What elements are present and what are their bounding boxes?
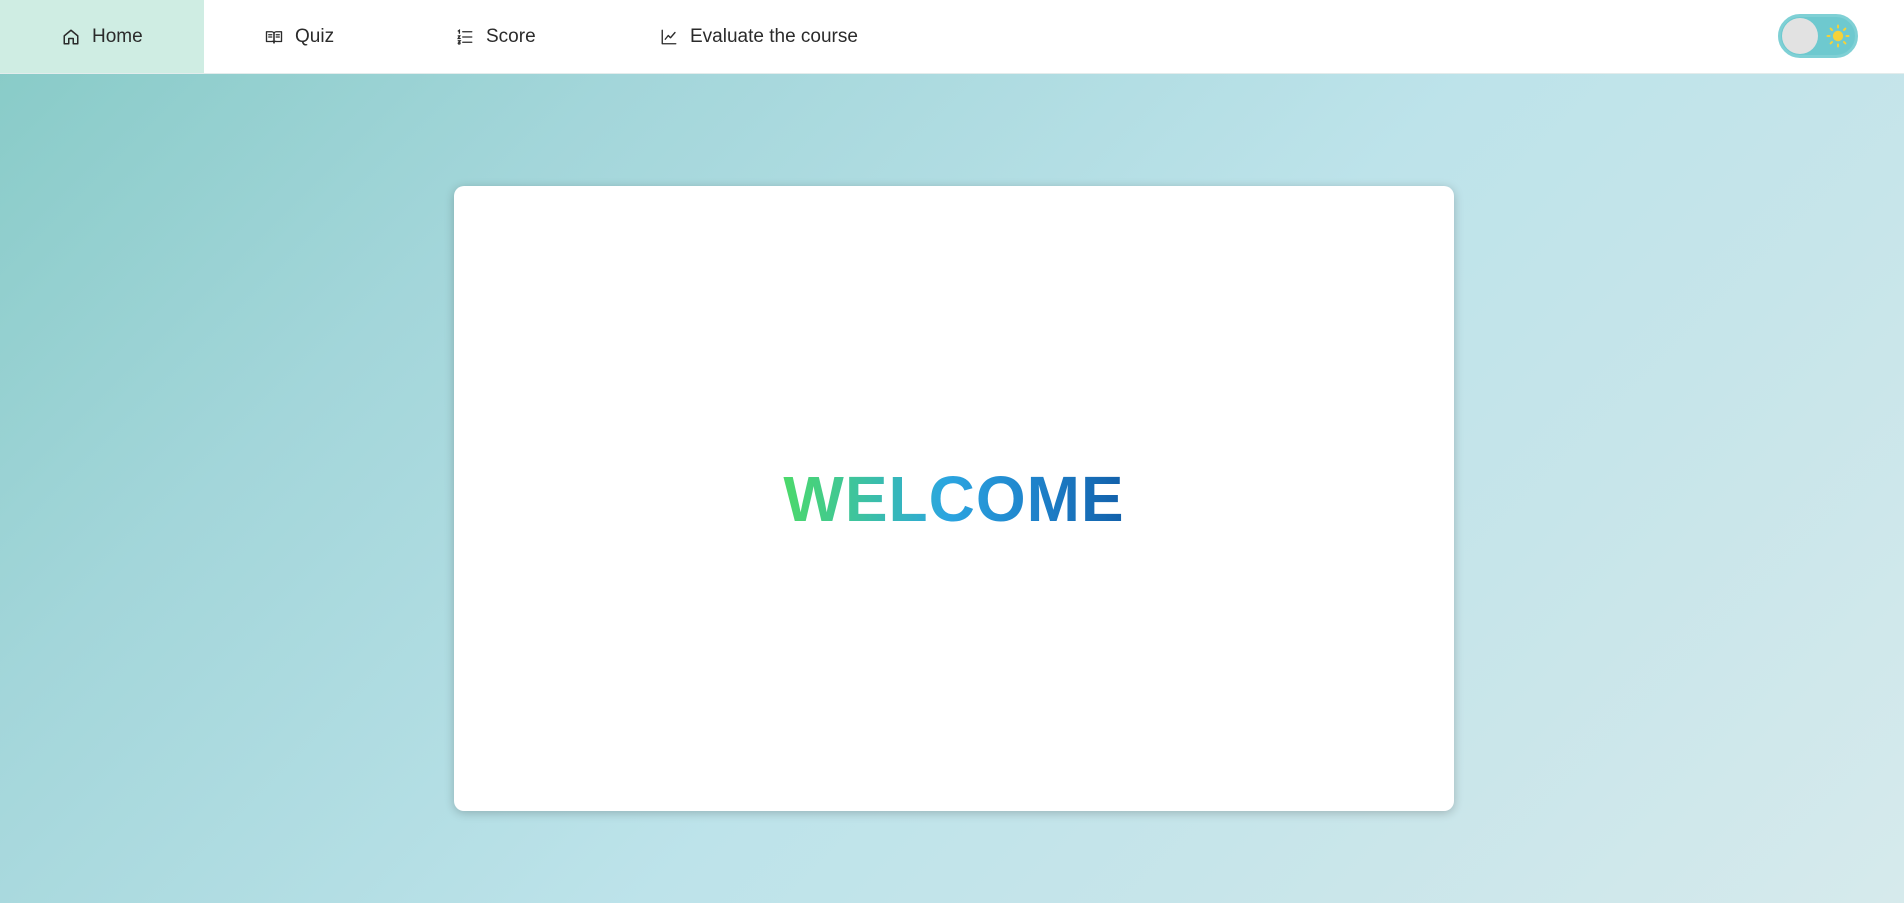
nav-item-evaluate[interactable]: Evaluate the course	[660, 0, 858, 73]
nav-item-label: Quiz	[295, 25, 335, 47]
nav-item-quiz[interactable]: Quiz	[265, 0, 334, 73]
toggle-knob	[1782, 18, 1818, 54]
chart-line-icon	[660, 28, 678, 46]
nav-item-home[interactable]: Home	[0, 0, 204, 73]
nav-item-score[interactable]: Score	[456, 0, 536, 73]
nav-item-label: Home	[92, 25, 143, 47]
top-navbar: Home Quiz Score Evaluate the course	[0, 0, 1904, 74]
welcome-heading: WELCOME	[783, 462, 1125, 535]
welcome-card: WELCOME	[454, 186, 1454, 811]
book-icon	[265, 28, 283, 46]
theme-toggle[interactable]	[1778, 14, 1858, 58]
nav-item-label: Score	[486, 25, 536, 47]
home-icon	[62, 28, 80, 46]
list-icon	[456, 28, 474, 46]
sun-icon	[1826, 24, 1850, 48]
nav-item-label: Evaluate the course	[690, 25, 858, 47]
